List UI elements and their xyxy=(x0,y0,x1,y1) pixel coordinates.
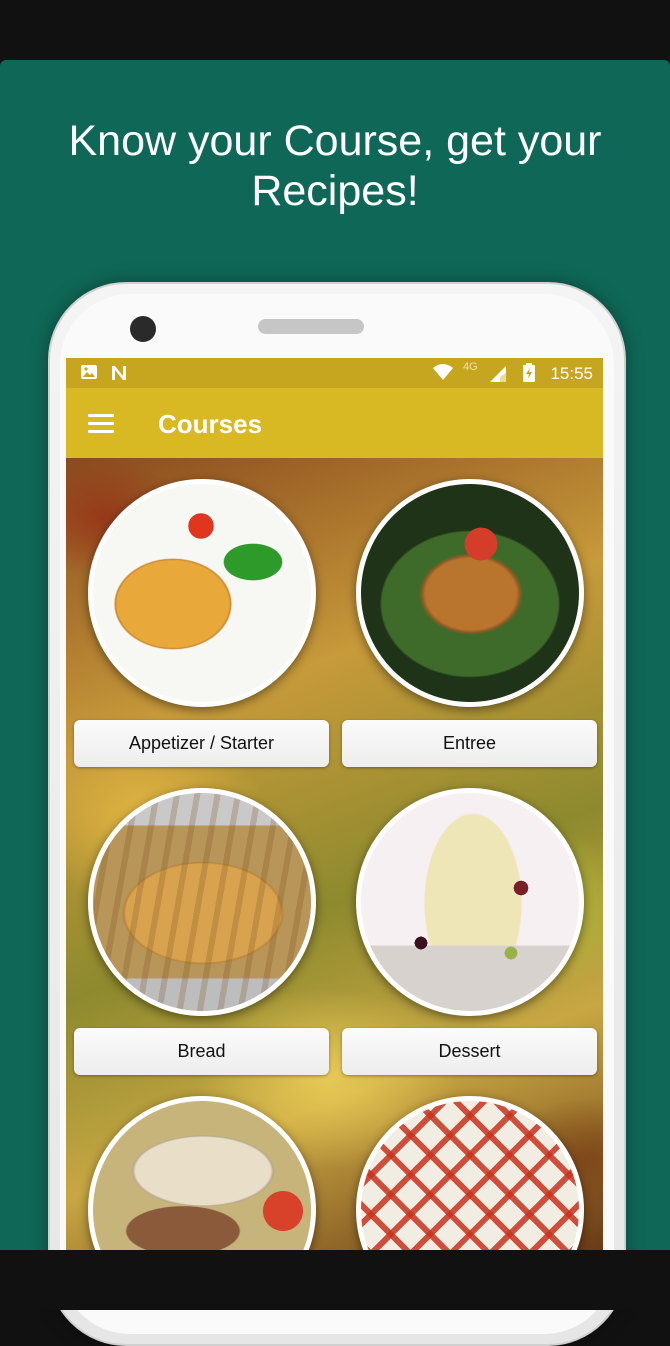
promo-headline: Know your Course, get your Recipes! xyxy=(68,117,602,215)
wifi-icon xyxy=(432,363,454,386)
phone-camera xyxy=(130,316,156,342)
phone-speaker xyxy=(258,319,364,334)
top-black-bar xyxy=(0,0,670,60)
signal-icon xyxy=(489,365,507,388)
network-type-label: 4G xyxy=(463,361,478,373)
bottom-black-bar xyxy=(0,1250,670,1310)
page-title: Courses xyxy=(158,409,263,439)
image-icon xyxy=(80,364,98,385)
n-icon xyxy=(109,364,129,387)
course-grid[interactable]: Appetizer / Starter Entree Bread Dessert xyxy=(66,458,603,1250)
course-button-dessert[interactable]: Dessert xyxy=(342,1028,597,1075)
phone-screen: 4G 15:55 Courses Appetizer / Starter Ent… xyxy=(66,358,603,1250)
appetizer-image[interactable] xyxy=(88,479,316,707)
status-bar: 4G 15:55 xyxy=(66,358,603,388)
course-image-5[interactable] xyxy=(88,1096,316,1250)
status-time: 15:55 xyxy=(550,364,593,383)
bread-image[interactable] xyxy=(88,788,316,1016)
course-image-6[interactable] xyxy=(356,1096,584,1250)
battery-icon xyxy=(522,363,536,388)
entree-image[interactable] xyxy=(356,479,584,707)
course-button-entree[interactable]: Entree xyxy=(342,720,597,767)
course-button-appetizer[interactable]: Appetizer / Starter xyxy=(74,720,329,767)
hamburger-menu-icon[interactable] xyxy=(88,414,114,434)
dessert-image[interactable] xyxy=(356,788,584,1016)
app-bar: Courses xyxy=(66,388,603,458)
course-button-bread[interactable]: Bread xyxy=(74,1028,329,1075)
